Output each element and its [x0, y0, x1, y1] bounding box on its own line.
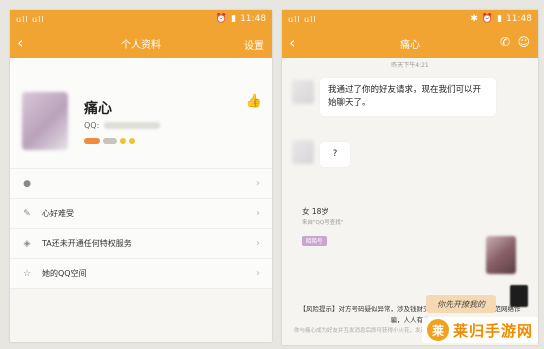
message-timestamp: 昨天下午4:21 — [391, 62, 429, 69]
settings-button[interactable]: 设置 — [244, 37, 264, 52]
chat-screen: ull ull ✱ ⏰ ▮ 11:48 ‹ 痛心 ✆ ☺ 昨天下午4:21 我通… — [282, 10, 538, 345]
profile-row-info[interactable]: ● › — [10, 169, 272, 199]
row-label: TA还未开通任何特权服务 — [42, 239, 132, 248]
alarm-icon: ⏰ — [215, 14, 228, 24]
crown-icon — [120, 138, 126, 144]
message-bubble[interactable]: 我通过了你的好友请求，现在我们可以开始聊天了。 — [320, 78, 496, 116]
watermark-text: 莱归手游网 — [452, 321, 533, 340]
phone-icon[interactable]: ✆ — [500, 35, 510, 49]
my-message-bubble[interactable]: 你先开撩我的 — [426, 295, 496, 313]
chevron-right-icon: › — [256, 268, 260, 279]
profile-screen: ull ull ⏰ ▮ 11:48 ‹ 个人资料 设置 痛心 QQ: 👍 ● ›… — [10, 10, 272, 342]
profile-row-privileges[interactable]: ◈ TA还未开通任何特权服务 › — [10, 229, 272, 259]
profile-name: 痛心 — [84, 101, 112, 117]
card-sex-age: 女 18岁 — [302, 207, 329, 216]
back-icon[interactable]: ‹ — [17, 33, 23, 52]
like-thumb-icon[interactable]: 👍 — [246, 94, 262, 109]
card-tag: 陌陌号 — [302, 236, 327, 246]
row-label: 心好难受 — [42, 209, 74, 218]
profile-row-signature[interactable]: ✎ 心好难受 › — [10, 199, 272, 229]
avatar[interactable] — [292, 140, 314, 164]
status-bar: ull ull ✱ ⏰ ▮ 11:48 — [282, 10, 538, 28]
title-bar: ‹ 痛心 ✆ ☺ — [282, 28, 538, 58]
signal-indicator: ull ull — [288, 14, 317, 24]
card-source: 来自"QQ号查找" — [302, 220, 344, 226]
my-avatar[interactable] — [510, 285, 528, 307]
badge-icon — [84, 138, 100, 144]
person-icon[interactable]: ☺ — [517, 35, 530, 49]
pen-icon: ✎ — [23, 208, 31, 219]
back-icon[interactable]: ‹ — [289, 33, 295, 52]
title-bar: ‹ 个人资料 设置 — [10, 28, 272, 58]
profile-row-qzone[interactable]: ☆ 她的QQ空间 › — [10, 259, 272, 289]
chevron-right-icon: › — [256, 238, 260, 249]
alarm-icon: ⏰ — [481, 14, 494, 24]
page-title: 个人资料 — [121, 39, 161, 51]
qq-label: QQ: — [84, 121, 100, 130]
status-time: 11:48 — [240, 14, 266, 24]
qq-number-blurred — [104, 122, 160, 129]
chat-messages[interactable]: 昨天下午4:21 我通过了你的好友请求，现在我们可以开始聊天了。 ? 女 18岁… — [282, 58, 538, 345]
row-label: 她的QQ空间 — [42, 269, 87, 278]
avatar[interactable] — [22, 92, 68, 150]
level-badges — [84, 138, 135, 144]
site-watermark: 莱 莱归手游网 — [421, 317, 538, 343]
status-bar: ull ull ⏰ ▮ 11:48 — [10, 10, 272, 28]
status-time: 11:48 — [506, 14, 532, 24]
shield-icon: ◈ — [23, 238, 31, 249]
crown-icon — [129, 138, 135, 144]
watermark-logo: 莱 — [426, 319, 449, 341]
chevron-right-icon: › — [256, 208, 260, 219]
bluetooth-icon: ✱ — [470, 14, 478, 24]
message-bubble[interactable]: ? — [320, 142, 350, 167]
chat-title: 痛心 — [400, 39, 420, 51]
battery-icon: ▮ — [231, 14, 237, 24]
chevron-right-icon: › — [256, 178, 260, 189]
avatar[interactable] — [292, 80, 314, 104]
star-icon: ☆ — [22, 268, 32, 279]
battery-icon: ▮ — [497, 14, 503, 24]
badge-icon — [103, 138, 117, 144]
profile-header: 痛心 QQ: 👍 — [10, 58, 272, 169]
card-avatar[interactable] — [486, 236, 516, 274]
person-icon: ● — [23, 178, 31, 189]
signal-indicator: ull ull — [16, 14, 45, 24]
